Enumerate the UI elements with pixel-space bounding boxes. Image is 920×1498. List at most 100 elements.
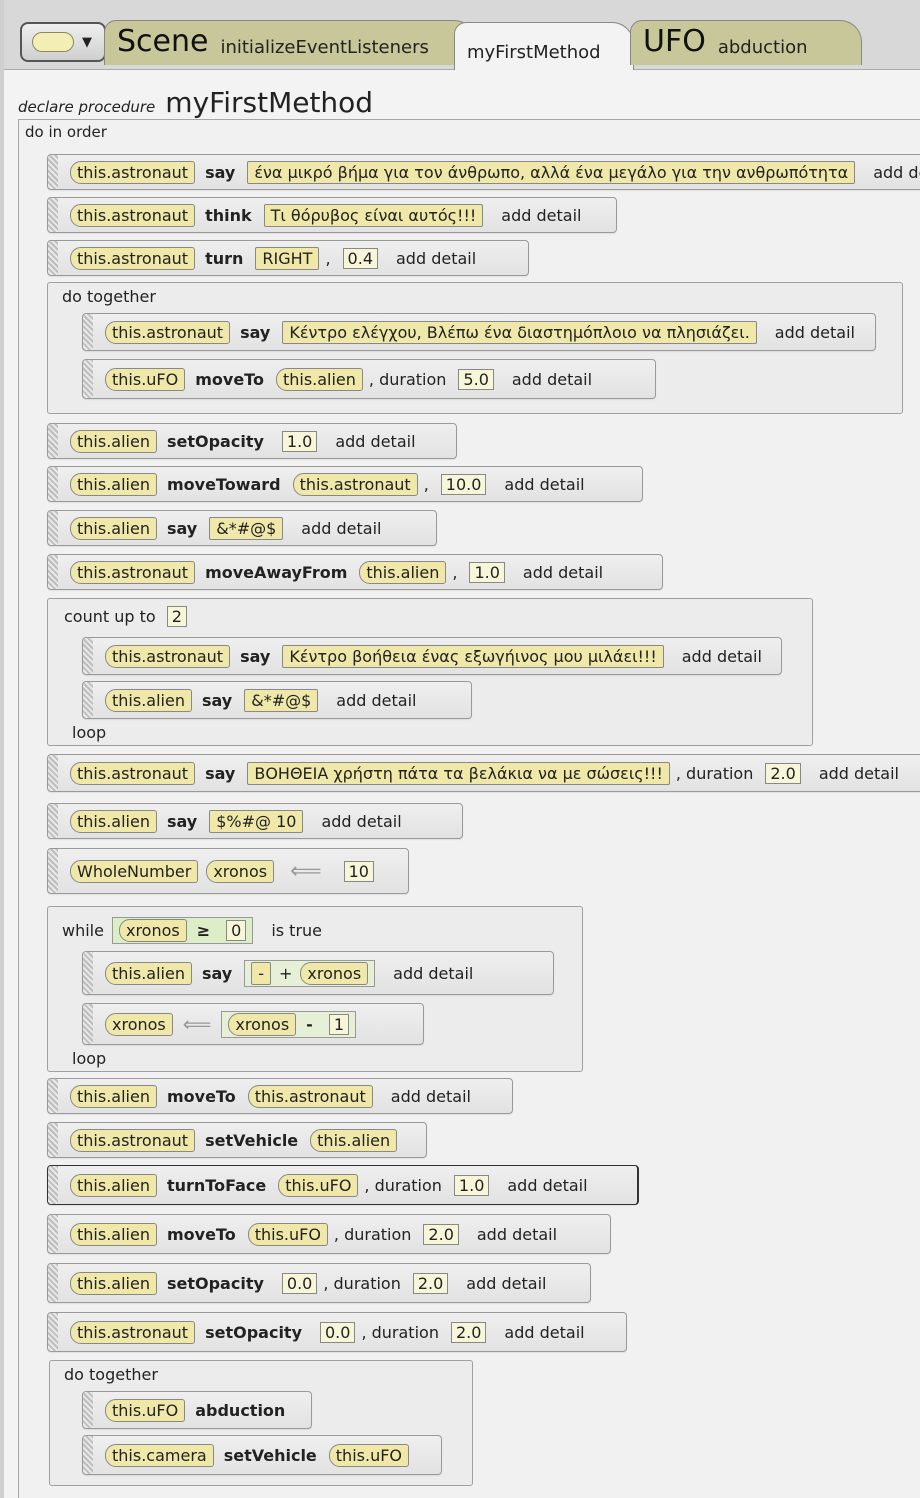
- add-detail-button[interactable]: add detail: [523, 563, 603, 582]
- duration-argument[interactable]: 2.0: [423, 1223, 459, 1245]
- condition-value[interactable]: 0: [226, 920, 247, 941]
- target-selector[interactable]: this.alien: [70, 1271, 157, 1295]
- text-argument[interactable]: ΒΟΗΘΕΙΑ χρήστη πάτα τα βελάκια να με σώσ…: [247, 761, 670, 785]
- variable-initial-value[interactable]: 10: [343, 860, 374, 882]
- text-argument[interactable]: &*#@$: [244, 688, 319, 712]
- procedure-name[interactable]: myFirstMethod: [165, 86, 373, 119]
- duration-argument[interactable]: 1.0: [453, 1174, 490, 1196]
- type-dropdown[interactable]: ▼: [20, 22, 106, 62]
- variable-name[interactable]: xronos: [206, 859, 275, 883]
- target-selector[interactable]: this.alien: [105, 688, 192, 712]
- statement-s17[interactable]: this.alien turnToFace this.uFO , duratio…: [47, 1165, 639, 1205]
- while-condition[interactable]: xronos ≥ 0: [111, 917, 254, 944]
- rhs-variable[interactable]: xronos: [228, 1012, 297, 1036]
- add-detail-button[interactable]: add detail: [873, 163, 920, 182]
- opacity-argument[interactable]: 0.0: [320, 1321, 356, 1343]
- target-selector[interactable]: this.alien: [70, 1173, 157, 1197]
- statement-s10[interactable]: this.astronaut say Κέντρο βοήθεια ένας ε…: [82, 637, 782, 675]
- statement-s6[interactable]: this.alien setOpacity 1.0 add detail: [47, 423, 457, 459]
- target-selector[interactable]: this.alien: [70, 1084, 157, 1108]
- statement-s9[interactable]: this.astronaut moveAwayFrom this.alien ,…: [47, 554, 663, 590]
- target-selector[interactable]: this.astronaut: [70, 1128, 196, 1152]
- text-argument[interactable]: ένα μικρό βήμα για τον άνθρωπο, αλλά ένα…: [247, 160, 856, 184]
- duration-argument[interactable]: 2.0: [412, 1272, 449, 1294]
- add-detail-button[interactable]: add detail: [393, 964, 473, 983]
- statement-s4[interactable]: this.astronaut say Κέντρο ελέγχου, Βλέπω…: [82, 313, 876, 351]
- target-selector[interactable]: this.astronaut: [70, 246, 196, 270]
- vehicle-argument[interactable]: this.alien: [310, 1128, 398, 1152]
- target-selector[interactable]: this.camera: [105, 1443, 214, 1467]
- add-detail-button[interactable]: add detail: [504, 475, 584, 494]
- amount-argument[interactable]: 0.4: [342, 247, 378, 269]
- add-detail-button[interactable]: add detail: [775, 323, 855, 342]
- add-detail-button[interactable]: add detail: [682, 647, 762, 666]
- variable-type[interactable]: WholeNumber: [70, 859, 199, 883]
- target-selector[interactable]: this.uFO: [105, 367, 186, 391]
- statement-s1[interactable]: this.astronaut say ένα μικρό βήμα για το…: [47, 154, 920, 190]
- statement-s21[interactable]: this.uFO abduction: [82, 1391, 312, 1429]
- tab-initialize-event-listeners[interactable]: initializeEventListeners: [220, 39, 428, 57]
- amount-argument[interactable]: 1.0: [469, 561, 505, 583]
- target-argument[interactable]: this.uFO: [247, 1222, 328, 1246]
- text-argument[interactable]: &*#@$: [209, 516, 284, 540]
- statement-s12[interactable]: this.astronaut say ΒΟΗΘΕΙΑ χρήστη πάτα τ…: [47, 754, 920, 792]
- target-selector[interactable]: this.astronaut: [70, 160, 196, 184]
- local-variable-declaration[interactable]: WholeNumber xronos ⟸ 10: [47, 848, 409, 894]
- target-argument[interactable]: this.astronaut: [292, 472, 418, 496]
- statement-s5[interactable]: this.uFO moveTo this.alien , duration 5.…: [82, 359, 656, 399]
- text-argument[interactable]: Κέντρο ελέγχου, Βλέπω ένα διαστημόπλοιο …: [282, 320, 757, 344]
- concat-expression[interactable]: - + xronos: [244, 959, 376, 987]
- target-selector[interactable]: this.alien: [70, 1222, 157, 1246]
- add-detail-button[interactable]: add detail: [512, 370, 592, 389]
- target-argument[interactable]: this.alien: [275, 367, 363, 391]
- text-argument[interactable]: Κέντρο βοήθεια ένας εξωγήινος μου μιλάει…: [282, 644, 664, 668]
- count-value[interactable]: 2: [166, 606, 187, 627]
- add-detail-button[interactable]: add detail: [321, 812, 401, 831]
- statement-s14[interactable]: this.alien say - + xronos add detail: [82, 951, 554, 995]
- text-argument[interactable]: Τι θόρυβος είναι αυτός!!!: [263, 203, 484, 227]
- statement-s7[interactable]: this.alien moveToward this.astronaut , 1…: [47, 466, 643, 502]
- target-selector[interactable]: this.astronaut: [70, 560, 196, 584]
- add-detail-button[interactable]: add detail: [396, 249, 476, 268]
- target-selector[interactable]: this.uFO: [105, 1398, 186, 1422]
- direction-argument[interactable]: RIGHT: [255, 246, 320, 270]
- target-selector[interactable]: this.alien: [70, 516, 157, 540]
- tab-abduction[interactable]: abduction: [718, 39, 808, 57]
- statement-s22[interactable]: this.camera setVehicle this.uFO: [82, 1435, 442, 1475]
- target-selector[interactable]: this.astronaut: [70, 761, 196, 785]
- add-detail-button[interactable]: add detail: [301, 519, 381, 538]
- target-selector[interactable]: this.astronaut: [105, 320, 231, 344]
- count-up-to-block[interactable]: count up to 2 this.astronaut say Κέντρο …: [47, 598, 813, 746]
- statement-s18[interactable]: this.alien moveTo this.uFO , duration 2.…: [47, 1214, 611, 1254]
- target-selector[interactable]: this.astronaut: [70, 1320, 196, 1344]
- add-detail-button[interactable]: add detail: [501, 206, 581, 225]
- statement-s15[interactable]: this.alien moveTo this.astronaut add det…: [47, 1078, 513, 1114]
- add-detail-button[interactable]: add detail: [477, 1225, 557, 1244]
- amount-argument[interactable]: 10.0: [440, 473, 487, 495]
- add-detail-button[interactable]: add detail: [507, 1176, 587, 1195]
- statement-s19[interactable]: this.alien setOpacity 0.0 , duration 2.0…: [47, 1263, 591, 1303]
- opacity-argument[interactable]: 1.0: [281, 430, 318, 452]
- assign-target-variable[interactable]: xronos: [105, 1012, 173, 1036]
- add-detail-button[interactable]: add detail: [819, 764, 899, 783]
- condition-variable[interactable]: xronos: [118, 919, 187, 942]
- do-together-block-1[interactable]: do together this.astronaut say Κέντρο ελ…: [47, 282, 903, 414]
- duration-argument[interactable]: 2.0: [765, 762, 801, 784]
- text-argument[interactable]: -: [251, 961, 272, 985]
- target-selector[interactable]: this.astronaut: [70, 203, 196, 227]
- target-argument[interactable]: this.alien: [359, 560, 447, 584]
- statement-s20[interactable]: this.astronaut setOpacity 0.0 , duration…: [47, 1312, 627, 1352]
- statement-s13[interactable]: this.alien say $%#@ 10 add detail: [47, 803, 463, 839]
- target-selector[interactable]: this.alien: [70, 472, 157, 496]
- do-together-block-2[interactable]: do together this.uFO abduction this.came…: [49, 1360, 473, 1486]
- target-argument[interactable]: this.uFO: [278, 1173, 359, 1197]
- statement-s8[interactable]: this.alien say &*#@$ add detail: [47, 510, 437, 546]
- statement-s11[interactable]: this.alien say &*#@$ add detail: [82, 681, 472, 719]
- subtract-expression[interactable]: xronos - 1: [221, 1010, 356, 1038]
- add-detail-button[interactable]: add detail: [466, 1274, 546, 1293]
- duration-argument[interactable]: 5.0: [458, 368, 494, 390]
- vehicle-argument[interactable]: this.uFO: [328, 1443, 409, 1467]
- assignment-statement[interactable]: xronos ⟸ xronos - 1: [82, 1003, 424, 1045]
- target-argument[interactable]: this.astronaut: [247, 1084, 373, 1108]
- add-detail-button[interactable]: add detail: [391, 1087, 471, 1106]
